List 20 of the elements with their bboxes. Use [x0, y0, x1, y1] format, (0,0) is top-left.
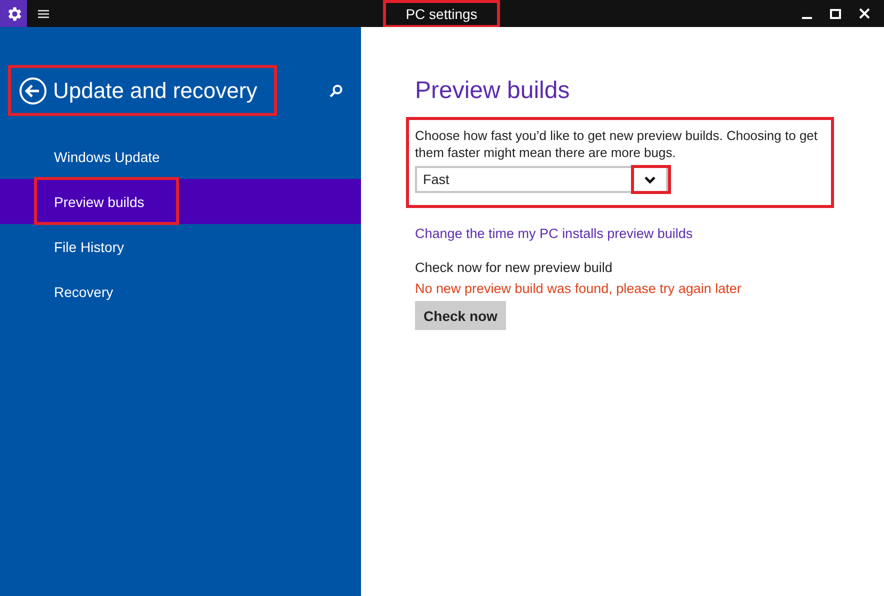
- check-label: Check now for new preview build: [415, 260, 614, 275]
- install-time-link[interactable]: Change the time my PC installs preview builds: [415, 226, 884, 241]
- section-heading: Preview builds: [415, 76, 571, 106]
- close-icon[interactable]: [859, 8, 870, 19]
- sidebar-item[interactable]: Windows Update: [0, 134, 361, 179]
- gear-icon[interactable]: [0, 0, 27, 27]
- sidebar-item[interactable]: File History: [0, 224, 361, 269]
- maximize-icon[interactable]: [830, 8, 841, 18]
- page-heading: Update and recovery: [53, 78, 258, 104]
- chevron-down-icon[interactable]: [644, 176, 656, 184]
- description-text: Choose how fast you’d like to get new preview builds. Choosing to get them faster might mean there are more bugs.: [415, 127, 819, 161]
- sidebar-item[interactable]: Recovery: [0, 269, 361, 314]
- check-now-button[interactable]: Check now: [415, 301, 506, 330]
- speed-dropdown[interactable]: Fast: [415, 166, 668, 193]
- window-title: PC settings: [406, 6, 478, 22]
- back-icon[interactable]: [19, 76, 47, 104]
- status-message: No new preview build was found, please try again later: [415, 281, 742, 296]
- menu-icon[interactable]: [38, 10, 49, 18]
- sidebar-item[interactable]: Preview builds: [0, 179, 361, 224]
- search-icon[interactable]: [329, 84, 343, 98]
